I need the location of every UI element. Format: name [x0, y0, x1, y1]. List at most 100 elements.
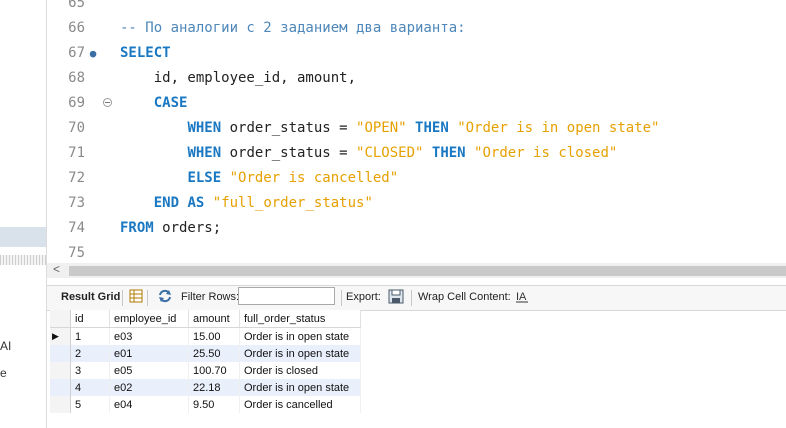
export-icon[interactable] — [388, 289, 404, 307]
sql-string: "CLOSED" — [356, 145, 424, 161]
wrap-cell-content-label: Wrap Cell Content: — [418, 291, 511, 303]
line-number: 69 — [68, 95, 85, 111]
scrollbar-thumb[interactable] — [69, 266, 786, 276]
code-line[interactable]: 66 -- По аналогии с 2 заданием два вариан… — [47, 16, 786, 41]
wrap-text-icon[interactable]: IA — [515, 289, 529, 306]
row-header[interactable] — [50, 379, 71, 396]
grid-view-icon[interactable] — [129, 289, 143, 306]
line-number: 71 — [68, 145, 85, 161]
table-cell-employee-id[interactable]: e02 — [109, 379, 189, 396]
code-text: CASE — [120, 91, 188, 116]
code-line[interactable]: 69 CASE — [47, 91, 786, 116]
filter-rows-label: Filter Rows: — [181, 291, 240, 303]
refresh-icon[interactable] — [157, 289, 173, 306]
result-table: id employee_id amount full_order_status … — [50, 310, 361, 413]
row-header[interactable] — [50, 345, 71, 362]
sql-text: orders; — [153, 220, 222, 236]
sql-keyword: THEN — [431, 145, 466, 161]
result-toolbar: Result Grid Filter Rows: Export: Wrap Ce… — [47, 285, 786, 311]
column-header-employee-id[interactable]: employee_id — [109, 310, 189, 328]
table-row[interactable]: 2 e01 25.50 Order is in open state — [50, 345, 361, 362]
table-cell-amount[interactable]: 9.50 — [188, 396, 240, 413]
column-header-amount[interactable]: amount — [188, 310, 240, 328]
table-cell-amount[interactable]: 25.50 — [188, 345, 240, 362]
code-text: ELSE "Order is cancelled" — [120, 166, 398, 191]
sql-comment: -- По аналогии с 2 заданием два варианта… — [120, 20, 466, 36]
table-cell-employee-id[interactable]: e05 — [109, 362, 189, 379]
code-line[interactable]: 68 id, employee_id, amount, — [47, 66, 786, 91]
sql-keyword: FROM — [120, 220, 154, 236]
code-line[interactable]: 65 — [47, 0, 786, 16]
table-cell-id[interactable]: 5 — [70, 396, 110, 413]
table-cell-id[interactable]: 3 — [70, 362, 110, 379]
code-text: WHEN order_status = "OPEN" THEN "Order i… — [120, 116, 659, 141]
table-cell-full-order-status[interactable]: Order is in open state — [239, 379, 361, 396]
table-cell-id[interactable]: 1 — [70, 327, 110, 345]
sql-keyword: WHEN — [187, 145, 222, 161]
table-cell-amount[interactable]: 15.00 — [188, 327, 240, 345]
export-label: Export: — [346, 291, 381, 303]
row-header[interactable] — [50, 396, 71, 413]
row-header[interactable]: ▶ — [50, 327, 71, 345]
sql-keyword: ELSE — [187, 170, 222, 186]
table-cell-amount[interactable]: 100.70 — [188, 362, 240, 379]
table-cell-employee-id[interactable]: e04 — [109, 396, 189, 413]
result-grid[interactable]: id employee_id amount full_order_status … — [50, 310, 361, 413]
code-line[interactable]: 72 ELSE "Order is cancelled" — [47, 166, 786, 191]
sidebar-selected-item[interactable] — [0, 227, 46, 247]
table-cell-id[interactable]: 2 — [70, 345, 110, 362]
result-grid-tab[interactable]: Result Grid — [61, 291, 120, 303]
sidebar-text-b: e — [0, 366, 7, 380]
sql-keyword: END — [153, 195, 180, 211]
sidebar-splitter[interactable] — [0, 255, 46, 265]
sql-keyword: SELECT — [120, 45, 171, 61]
table-cell-id[interactable]: 4 — [70, 379, 110, 396]
table-row[interactable]: 5 e04 9.50 Order is cancelled — [50, 396, 361, 413]
table-cell-full-order-status[interactable]: Order is cancelled — [239, 396, 361, 413]
table-cell-full-order-status[interactable]: Order is in open state — [239, 345, 361, 362]
table-cell-amount[interactable]: 22.18 — [188, 379, 240, 396]
statement-marker-icon: ● — [89, 47, 97, 60]
sql-text: order_status = — [221, 120, 357, 136]
sidebar-text-a: AI — [0, 339, 12, 353]
table-row[interactable]: ▶ 1 e03 15.00 Order is in open state — [50, 327, 361, 345]
sql-keyword: THEN — [415, 120, 449, 136]
scroll-left-icon[interactable]: < — [53, 262, 60, 276]
toolbar-divider — [341, 290, 342, 306]
code-line[interactable]: 67 ● SELECT — [47, 41, 786, 66]
code-text: FROM orders; — [120, 216, 221, 241]
sql-string: "Order is in open state" — [457, 120, 660, 136]
column-header-full-order-status[interactable]: full_order_status — [239, 310, 361, 328]
filter-rows-input[interactable] — [238, 287, 335, 305]
code-line[interactable]: 71 WHEN order_status = "CLOSED" THEN "Or… — [47, 141, 786, 166]
table-cell-employee-id[interactable]: e03 — [109, 327, 189, 345]
table-row[interactable]: 3 e05 100.70 Order is closed — [50, 362, 361, 379]
horizontal-scrollbar[interactable]: < — [47, 262, 786, 278]
code-text: -- По аналогии с 2 заданием два варианта… — [120, 16, 466, 41]
table-cell-full-order-status[interactable]: Order is closed — [239, 362, 361, 379]
table-header-row: id employee_id amount full_order_status — [50, 310, 361, 328]
fold-toggle-icon[interactable] — [103, 98, 112, 107]
code-line[interactable]: 74 FROM orders; — [47, 216, 786, 241]
table-cell-full-order-status[interactable]: Order is in open state — [239, 327, 361, 345]
line-number: 66 — [68, 20, 85, 36]
table-cell-employee-id[interactable]: e01 — [109, 345, 189, 362]
line-number: 67 — [68, 45, 85, 61]
column-header-id[interactable]: id — [70, 310, 110, 328]
table-body: ▶ 1 e03 15.00 Order is in open state 2 e01 25.5… — [50, 327, 361, 413]
row-header[interactable] — [50, 362, 71, 379]
table-row[interactable]: 4 e02 22.18 Order is in open state — [50, 379, 361, 396]
code-line[interactable]: 70 WHEN order_status = "OPEN" THEN "Orde… — [47, 116, 786, 141]
line-number: 74 — [68, 220, 85, 236]
code-line[interactable]: 73 END AS "full_order_status" — [47, 191, 786, 216]
line-number: 65 — [68, 0, 85, 11]
sql-editor[interactable]: 65 66 -- По аналогии с 2 заданием два вари… — [47, 0, 786, 263]
